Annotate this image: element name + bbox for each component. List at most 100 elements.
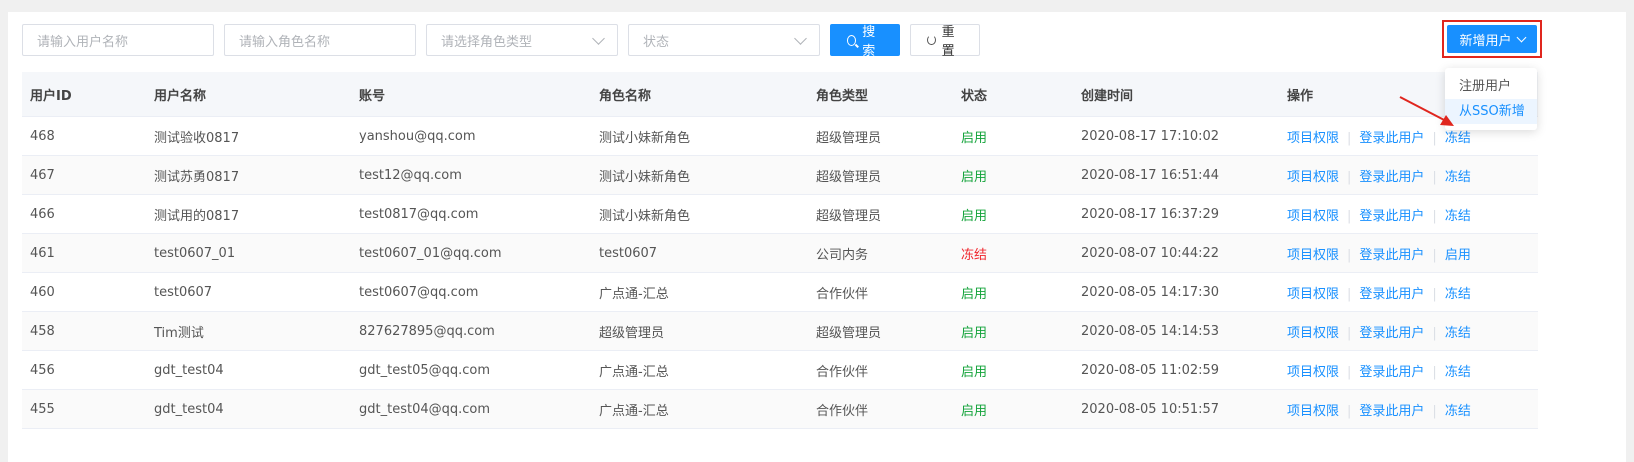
cell-user-name: 测试验收0817 <box>146 116 351 156</box>
toggle-status-link[interactable]: 冻结 <box>1445 326 1471 341</box>
cell-user-name: gdt_test04 <box>146 350 351 390</box>
reset-button[interactable]: 重置 <box>910 24 980 59</box>
cell-created-time: 2020-08-17 16:37:29 <box>1073 194 1279 234</box>
divider: | <box>1347 325 1352 341</box>
cell-actions: 项目权限 | 登录此用户 | 冻结 <box>1279 272 1538 312</box>
cell-actions: 项目权限 | 登录此用户 | 启用 <box>1279 233 1538 273</box>
header-account: 账号 <box>351 72 591 117</box>
divider: | <box>1347 403 1352 419</box>
cell-user-id: 467 <box>22 155 146 195</box>
cell-role-name: 广点通-汇总 <box>591 389 808 429</box>
project-permission-link[interactable]: 项目权限 <box>1287 287 1339 302</box>
login-as-user-link[interactable]: 登录此用户 <box>1359 248 1424 263</box>
add-user-button[interactable]: 新增用户 <box>1447 25 1537 53</box>
cell-created-time: 2020-08-17 17:10:02 <box>1073 116 1279 156</box>
header-user-name: 用户名称 <box>146 72 351 117</box>
toggle-status-link[interactable]: 冻结 <box>1445 209 1471 224</box>
divider: | <box>1432 403 1437 419</box>
cell-role-type: 合作伙伴 <box>808 389 953 429</box>
cell-account: test0607_01@qq.com <box>351 233 591 273</box>
cell-user-name: gdt_test04 <box>146 389 351 429</box>
menu-item-add-from-sso[interactable]: 从SSO新增 <box>1445 99 1537 124</box>
divider: | <box>1432 208 1437 224</box>
table-row: 458 Tim测试 827627895@qq.com 超级管理员 超级管理员 启… <box>22 311 1538 351</box>
search-button-label: 搜索 <box>862 25 876 59</box>
cell-user-id: 455 <box>22 389 146 429</box>
search-button[interactable]: 搜索 <box>830 24 900 59</box>
toggle-status-link[interactable]: 冻结 <box>1445 170 1471 185</box>
cell-actions: 项目权限 | 登录此用户 | 冻结 <box>1279 311 1538 351</box>
status-select[interactable]: 状态 <box>628 24 820 56</box>
toggle-status-link[interactable]: 冻结 <box>1445 365 1471 380</box>
status-badge: 启用 <box>953 272 1073 312</box>
cell-created-time: 2020-08-05 14:14:53 <box>1073 311 1279 351</box>
login-as-user-link[interactable]: 登录此用户 <box>1359 209 1424 224</box>
login-as-user-link[interactable]: 登录此用户 <box>1359 365 1424 380</box>
cell-role-name: 广点通-汇总 <box>591 350 808 390</box>
project-permission-link[interactable]: 项目权限 <box>1287 170 1339 185</box>
cell-user-id: 466 <box>22 194 146 234</box>
table-row: 461 test0607_01 test0607_01@qq.com test0… <box>22 233 1538 273</box>
login-as-user-link[interactable]: 登录此用户 <box>1359 131 1424 146</box>
cell-role-name: 测试小妹新角色 <box>591 194 808 234</box>
project-permission-link[interactable]: 项目权限 <box>1287 365 1339 380</box>
menu-item-register-user[interactable]: 注册用户 <box>1445 74 1537 99</box>
cell-role-type: 合作伙伴 <box>808 272 953 312</box>
status-badge: 启用 <box>953 389 1073 429</box>
toggle-status-link[interactable]: 冻结 <box>1445 131 1471 146</box>
cell-account: test12@qq.com <box>351 155 591 195</box>
cell-role-type: 超级管理员 <box>808 311 953 351</box>
cell-created-time: 2020-08-05 14:17:30 <box>1073 272 1279 312</box>
project-permission-link[interactable]: 项目权限 <box>1287 326 1339 341</box>
header-role-name: 角色名称 <box>591 72 808 117</box>
rolename-input[interactable]: 请输入角色名称 <box>224 24 416 56</box>
cell-role-type: 超级管理员 <box>808 194 953 234</box>
reset-button-label: 重置 <box>941 25 955 59</box>
cell-user-name: test0607_01 <box>146 233 351 273</box>
project-permission-link[interactable]: 项目权限 <box>1287 404 1339 419</box>
divider: | <box>1432 364 1437 380</box>
table-row: 468 测试验收0817 yanshou@qq.com 测试小妹新角色 超级管理… <box>22 116 1538 156</box>
table-header-row: 用户ID 用户名称 账号 角色名称 角色类型 状态 创建时间 操作 <box>22 72 1538 117</box>
table-row: 460 test0607 test0607@qq.com 广点通-汇总 合作伙伴… <box>22 272 1538 312</box>
status-badge: 启用 <box>953 155 1073 195</box>
project-permission-link[interactable]: 项目权限 <box>1287 209 1339 224</box>
login-as-user-link[interactable]: 登录此用户 <box>1359 287 1424 302</box>
username-input[interactable]: 请输入用户名称 <box>22 24 214 56</box>
status-badge: 启用 <box>953 194 1073 234</box>
toggle-status-link[interactable]: 冻结 <box>1445 404 1471 419</box>
status-placeholder: 状态 <box>643 34 670 50</box>
chevron-down-icon <box>1516 32 1526 43</box>
cell-user-name: 测试苏勇0817 <box>146 155 351 195</box>
toggle-status-link[interactable]: 冻结 <box>1445 287 1471 302</box>
cell-user-name: 测试用的0817 <box>146 194 351 234</box>
cell-role-name: test0607 <box>591 233 808 273</box>
login-as-user-link[interactable]: 登录此用户 <box>1359 326 1424 341</box>
roletype-placeholder: 请选择角色类型 <box>441 34 533 50</box>
cell-user-id: 456 <box>22 350 146 390</box>
login-as-user-link[interactable]: 登录此用户 <box>1359 404 1424 419</box>
cell-role-type: 公司内务 <box>808 233 953 273</box>
login-as-user-link[interactable]: 登录此用户 <box>1359 170 1424 185</box>
cell-actions: 项目权限 | 登录此用户 | 冻结 <box>1279 155 1538 195</box>
username-placeholder: 请输入用户名称 <box>37 34 129 50</box>
chevron-down-icon <box>794 31 807 45</box>
cell-created-time: 2020-08-05 10:51:57 <box>1073 389 1279 429</box>
roletype-select[interactable]: 请选择角色类型 <box>426 24 618 56</box>
header-created-time: 创建时间 <box>1073 72 1279 117</box>
project-permission-link[interactable]: 项目权限 <box>1287 248 1339 263</box>
cell-role-type: 超级管理员 <box>808 116 953 156</box>
add-user-label: 新增用户 <box>1459 33 1512 49</box>
toggle-status-link[interactable]: 启用 <box>1445 248 1471 263</box>
status-badge: 启用 <box>953 116 1073 156</box>
cell-created-time: 2020-08-07 10:44:22 <box>1073 233 1279 273</box>
divider: | <box>1432 325 1437 341</box>
cell-account: gdt_test04@qq.com <box>351 389 591 429</box>
divider: | <box>1432 247 1437 263</box>
cell-role-name: 广点通-汇总 <box>591 272 808 312</box>
cell-account: test0607@qq.com <box>351 272 591 312</box>
divider: | <box>1347 247 1352 263</box>
project-permission-link[interactable]: 项目权限 <box>1287 131 1339 146</box>
cell-role-name: 测试小妹新角色 <box>591 155 808 195</box>
cell-user-id: 468 <box>22 116 146 156</box>
